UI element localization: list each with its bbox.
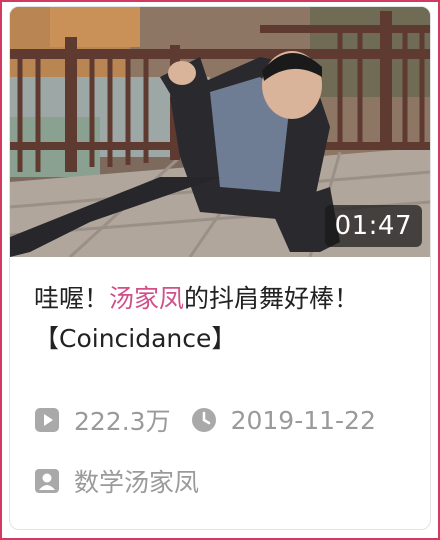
play-icon: [35, 408, 59, 432]
title-highlight: 汤家凤: [109, 284, 185, 313]
stats-row: 222.3万 2019-11-22: [34, 403, 376, 437]
view-count: 222.3万: [74, 407, 171, 436]
clock-icon: [191, 408, 216, 432]
user-icon: [35, 469, 59, 493]
title-prefix: 哇喔！: [34, 284, 110, 313]
author-name[interactable]: 数学汤家凤: [74, 463, 199, 499]
duration-badge: 01:47: [324, 205, 422, 247]
video-card[interactable]: 01:47 哇喔！汤家凤的抖肩舞好棒！【Coincidance】 222.3万 …: [9, 6, 431, 530]
video-thumbnail[interactable]: 01:47: [10, 7, 430, 257]
video-title[interactable]: 哇喔！汤家凤的抖肩舞好棒！【Coincidance】: [34, 279, 404, 359]
author-row[interactable]: 数学汤家凤: [34, 464, 199, 498]
publish-date: 2019-11-22: [230, 405, 376, 435]
